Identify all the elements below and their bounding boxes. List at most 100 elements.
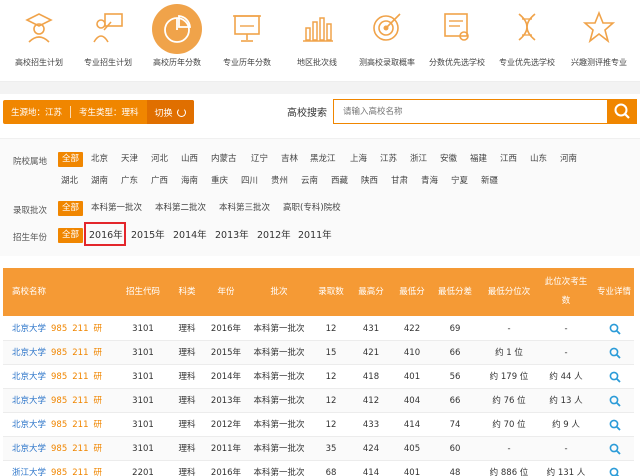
batch-all-chip[interactable]: 全部 [58,201,84,216]
location-chip[interactable]: 宁夏 [451,174,468,189]
nav-item-region-batch[interactable]: 地区批次线 [282,0,352,82]
year-chip[interactable]: 2011年 [298,228,332,243]
location-chip[interactable]: 海南 [181,174,198,189]
school-name-link[interactable]: 北京大学 [12,348,46,358]
search-button[interactable] [607,99,637,124]
top-nav: 高校招生计划 专业招生计划 高校历年分数 专业历年分数 地区批次线 测高校录取概… [0,0,640,82]
switch-button[interactable]: 切换 [146,100,194,124]
search-input[interactable] [333,99,608,124]
cell-min: 404 [403,396,421,406]
year-chip[interactable]: 2014年 [173,228,207,243]
school-cell: 北京大学 985 211 研 [12,437,102,461]
cell-min: 401 [403,372,421,382]
school-name-link[interactable]: 北京大学 [12,420,46,430]
location-chip[interactable]: 山西 [181,152,198,167]
school-name-link[interactable]: 北京大学 [12,372,46,382]
cell-max: 414 [362,468,380,476]
location-chip[interactable]: 新疆 [481,174,498,189]
location-chip[interactable]: 陕西 [361,174,378,189]
star-icon [582,10,616,44]
nav-item-major-scores[interactable]: 专业历年分数 [212,0,282,82]
year-all-chip[interactable]: 全部 [58,228,84,243]
location-chip[interactable]: 辽宁 [251,152,268,167]
location-chip[interactable]: 山东 [530,152,547,167]
location-chip[interactable]: 吉林 [281,152,298,167]
school-name-link[interactable]: 北京大学 [12,396,46,406]
teacher-board-icon [93,13,123,43]
school-name-link[interactable]: 浙江大学 [12,468,46,476]
cell-batch: 本科第一批次 [253,468,305,476]
location-chip[interactable]: 重庆 [211,174,228,189]
cell-admitted: 15 [325,348,337,358]
nav-item-score-first[interactable]: 分数优先选学校 [422,0,492,82]
magnifier-icon[interactable] [609,347,621,359]
cell-rank: - [507,444,511,454]
nav-item-interest-test[interactable]: 兴趣测评推专业 [564,0,634,82]
cell-min: 410 [403,348,421,358]
location-chip[interactable]: 内蒙古 [211,152,237,167]
batch-chip[interactable]: 本科第一批次 [91,201,142,216]
col-batch: 批次 [270,287,288,297]
nav-item-school-plan[interactable]: 高校招生计划 [4,0,74,82]
school-tag: 985 [51,372,68,382]
location-chip[interactable]: 黑龙江 [310,152,336,167]
nav-item-admission-probability[interactable]: 测高校录取概率 [352,0,422,82]
magnifier-icon[interactable] [609,419,621,431]
cell-subject: 理科 [178,396,196,406]
location-chip[interactable]: 福建 [470,152,487,167]
bar-chart-icon [303,17,333,42]
nav-item-major-plan[interactable]: 专业招生计划 [73,0,143,82]
location-chip[interactable]: 天津 [121,152,138,167]
cell-batch: 本科第一批次 [253,396,305,406]
location-chip[interactable]: 西藏 [331,174,348,189]
col-same-rank-line2: 数 [561,296,571,306]
batch-chip[interactable]: 本科第二批次 [155,201,206,216]
location-chip[interactable]: 上海 [350,152,367,167]
magnifier-icon[interactable] [609,443,621,455]
magnifier-icon[interactable] [609,395,621,407]
pie-chart-icon [152,4,202,54]
school-tag: 研 [93,324,102,334]
location-chip[interactable]: 安徽 [440,152,457,167]
location-chip[interactable]: 湖南 [91,174,108,189]
cell-year: 2014年 [210,372,242,382]
magnifier-icon[interactable] [609,371,621,383]
cell-admitted: 12 [325,372,337,382]
location-chip[interactable]: 广东 [121,174,138,189]
magnifier-icon[interactable] [609,323,621,335]
cell-admitted: 12 [325,396,337,406]
location-chip[interactable]: 浙江 [410,152,427,167]
location-chip[interactable]: 贵州 [271,174,288,189]
location-all-chip[interactable]: 全部 [58,152,84,167]
school-name-link[interactable]: 北京大学 [12,324,46,334]
location-chip[interactable]: 青海 [421,174,438,189]
location-chip[interactable]: 河北 [151,152,168,167]
section-divider [0,82,640,94]
location-chip[interactable]: 北京 [91,152,108,167]
batch-chip[interactable]: 高职(专科)院校 [283,201,341,216]
location-chip[interactable]: 江西 [500,152,517,167]
nav-item-school-scores[interactable]: 高校历年分数 [142,0,212,82]
cell-min: 401 [403,468,421,476]
year-chip[interactable]: 2012年 [257,228,291,243]
school-tag: 985 [51,348,68,358]
cell-code: 3101 [132,324,154,334]
cell-batch: 本科第一批次 [253,372,305,382]
location-chip[interactable]: 云南 [301,174,318,189]
magnifier-icon[interactable] [609,467,621,476]
location-chip[interactable]: 江苏 [380,152,397,167]
location-chip[interactable]: 四川 [241,174,258,189]
year-chip[interactable]: 2013年 [215,228,249,243]
location-chip[interactable]: 河南 [560,152,577,167]
nav-item-major-first[interactable]: 专业优先选学校 [492,0,562,82]
location-chip[interactable]: 湖北 [61,174,78,189]
year-chip[interactable]: 2015年 [131,228,165,243]
nav-label: 专业历年分数 [223,58,271,67]
school-name-link[interactable]: 北京大学 [12,444,46,454]
location-chip[interactable]: 广西 [151,174,168,189]
batch-chip[interactable]: 本科第三批次 [219,201,270,216]
cell-year: 2011年 [210,444,242,454]
location-chip[interactable]: 甘肃 [391,174,408,189]
cell-subject: 理科 [178,468,196,476]
school-tag: 研 [93,348,102,358]
